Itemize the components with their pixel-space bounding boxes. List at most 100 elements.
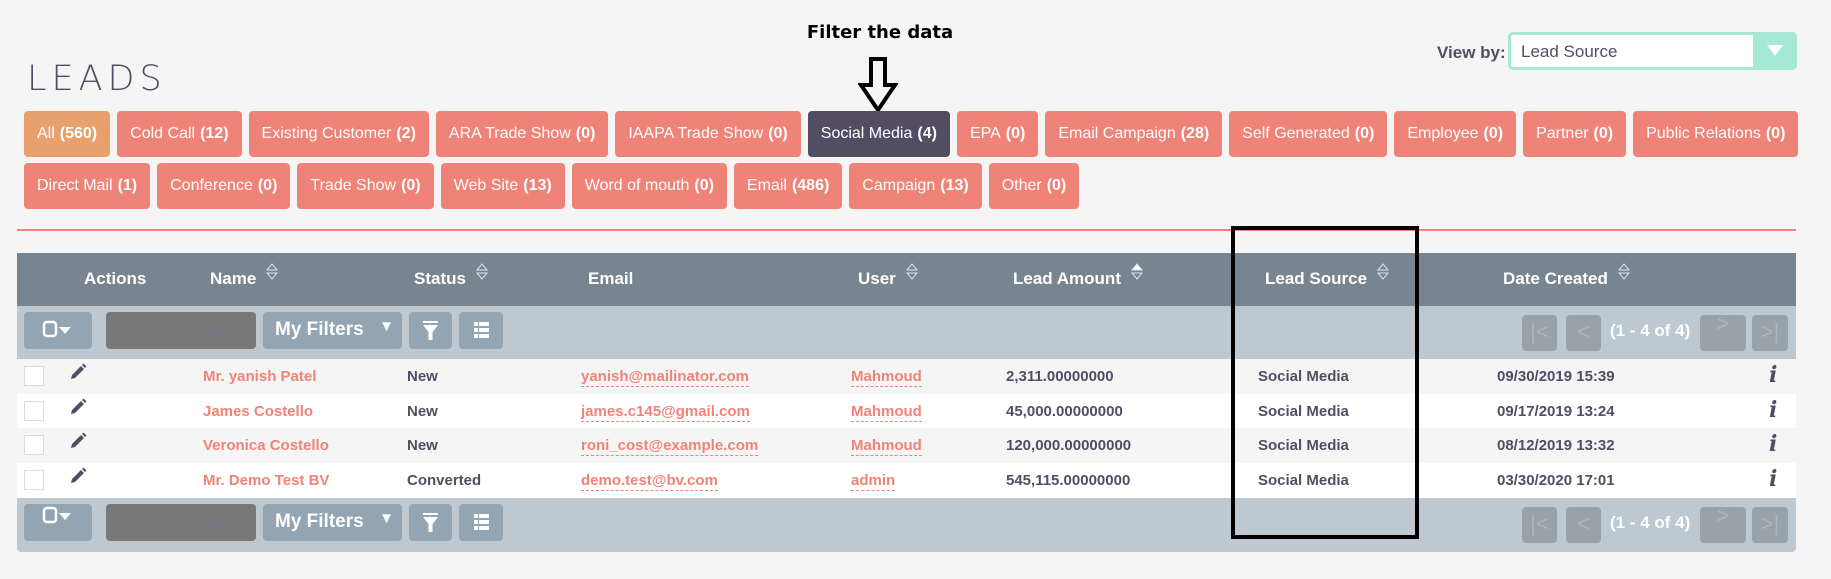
filter-button[interactable] [409,312,452,349]
info-icon[interactable]: i [1769,362,1777,388]
next-page-button[interactable]: > [1700,505,1746,543]
bulk-action-button[interactable]: BULK ACTION▼ [106,504,256,541]
prev-page-button[interactable]: < [1566,315,1601,351]
column-chooser-button[interactable] [459,504,503,541]
info-icon[interactable]: i [1769,466,1777,492]
column-header-lead-source[interactable]: Lead Source [1265,262,1390,289]
lead-email-link[interactable]: yanish@mailinator.com [581,368,750,387]
pencil-icon[interactable] [69,398,87,420]
column-header-status[interactable]: Status [414,262,488,289]
filter-button-existing-customer[interactable]: Existing Customer (2) [248,111,429,157]
prev-page-button[interactable]: < [1566,507,1601,543]
filter-count: (0) [1005,125,1026,142]
filter-button[interactable] [409,504,452,541]
column-header-user[interactable]: User [858,262,918,289]
filter-button-email[interactable]: Email (486) [733,163,843,209]
filter-button-social-media[interactable]: Social Media (4) [807,111,950,157]
list-columns-icon [474,514,489,530]
filter-count: (0) [1046,177,1067,194]
first-page-button[interactable]: |< [1522,315,1557,351]
filter-label: ARA Trade Show [448,125,571,142]
filter-count: (1) [117,177,138,194]
bulk-action-button[interactable]: BULK ACTION▼ [106,312,256,349]
lead-email-link[interactable]: roni_cost@example.com [581,437,759,457]
lead-email-link[interactable]: demo.test@bv.com [581,472,718,492]
filter-button-direct-mail[interactable]: Direct Mail (1) [24,163,151,209]
table-header: Actions Name Status Email User Lead Amou… [17,253,1796,306]
next-page-button[interactable]: > [1700,313,1746,351]
last-page-button[interactable]: >| [1752,507,1788,543]
first-page-button[interactable]: |< [1522,507,1557,543]
column-header-name[interactable]: Name [210,262,279,289]
lead-amount: 120,000.00000000 [1006,437,1132,455]
dropdown-caret-icon: ▼ [379,510,394,527]
row-checkbox[interactable] [24,435,44,456]
info-icon[interactable]: i [1769,397,1777,423]
page-title: LEADS [27,59,167,100]
column-header-lead-amount[interactable]: Lead Amount [1013,262,1143,289]
filter-button-epa[interactable]: EPA (0) [956,111,1039,157]
lead-email-link[interactable]: james.c145@gmail.com [581,403,750,422]
filter-button-iaapa-trade-show[interactable]: IAAPA Trade Show (0) [615,111,801,157]
filter-button-employee[interactable]: Employee (0) [1394,111,1517,157]
info-icon[interactable]: i [1769,431,1777,457]
chevron-down-icon[interactable] [1753,32,1797,70]
filter-label: Web Site [453,177,519,194]
lead-name-link[interactable]: James Costello [203,403,313,420]
lead-user-link[interactable]: Mahmoud [851,403,922,422]
lead-name-link[interactable]: Mr. yanish Patel [203,368,316,385]
filter-count: (12) [200,125,229,142]
checkbox-dropdown-icon [42,320,71,338]
filter-count: (0) [768,125,788,142]
lead-name-link[interactable]: Veronica Costello [203,437,329,454]
select-all-button[interactable] [24,504,92,541]
sort-icon[interactable] [1617,262,1630,281]
filter-count: (0) [1593,125,1614,142]
select-all-button[interactable] [24,312,92,349]
filter-label: IAAPA Trade Show [628,125,764,142]
lead-user-link[interactable]: Mahmoud [851,437,922,457]
filter-button-public-relations[interactable]: Public Relations (0) [1633,111,1799,157]
pencil-icon[interactable] [69,432,87,454]
sort-icon[interactable] [1377,262,1390,281]
filter-button-word-of-mouth[interactable]: Word of mouth (0) [571,163,727,209]
lead-user-link[interactable]: Mahmoud [851,368,922,387]
filter-button-ara-trade-show[interactable]: ARA Trade Show (0) [435,111,609,157]
row-checkbox[interactable] [24,400,44,421]
view-by-select[interactable]: Lead Source [1508,32,1797,70]
filter-count: (13) [940,177,969,194]
column-chooser-button[interactable] [459,312,503,349]
lead-user-link[interactable]: admin [851,472,896,492]
my-filters-button[interactable]: My Filters ▼ [263,504,402,541]
my-filters-button[interactable]: My Filters ▼ [263,312,402,349]
filter-button-partner[interactable]: Partner (0) [1523,111,1627,157]
sort-icon[interactable] [475,262,488,281]
filter-button-self-generated[interactable]: Self Generated (0) [1229,111,1388,157]
filter-button-cold-call[interactable]: Cold Call (12) [117,111,242,157]
filter-button-conference[interactable]: Conference (0) [157,163,291,209]
lead-name-link[interactable]: Mr. Demo Test BV [203,472,329,489]
row-checkbox[interactable] [24,470,44,491]
filter-button-all[interactable]: All (560) [24,111,111,157]
sort-icon[interactable] [266,262,279,281]
lead-source: Social Media [1258,472,1349,490]
filter-row-2: Direct Mail (1) Conference (0) Trade Show (0)… [24,163,1804,209]
column-header-date-created[interactable]: Date Created [1503,262,1630,289]
sort-asc-icon[interactable] [1130,262,1143,281]
filter-label: Self Generated [1242,125,1350,142]
filter-label: Direct Mail [37,177,113,194]
filter-button-web-site[interactable]: Web Site (13) [440,163,565,209]
filter-button-trade-show[interactable]: Trade Show (0) [297,163,434,209]
lead-source-filters: All (560) Cold Call (12) Existing Customer (2… [24,111,1804,215]
filter-count: (486) [791,177,830,194]
filter-count: (0) [1354,125,1375,142]
lead-amount: 545,115.00000000 [1006,472,1131,490]
sort-icon[interactable] [905,262,918,281]
filter-button-campaign[interactable]: Campaign (13) [849,163,982,209]
last-page-button[interactable]: >| [1752,315,1788,351]
pencil-icon[interactable] [69,467,87,489]
pencil-icon[interactable] [69,363,87,385]
filter-button-email-campaign[interactable]: Email Campaign (28) [1045,111,1223,157]
filter-button-other[interactable]: Other (0) [988,163,1080,209]
row-checkbox[interactable] [24,366,44,386]
